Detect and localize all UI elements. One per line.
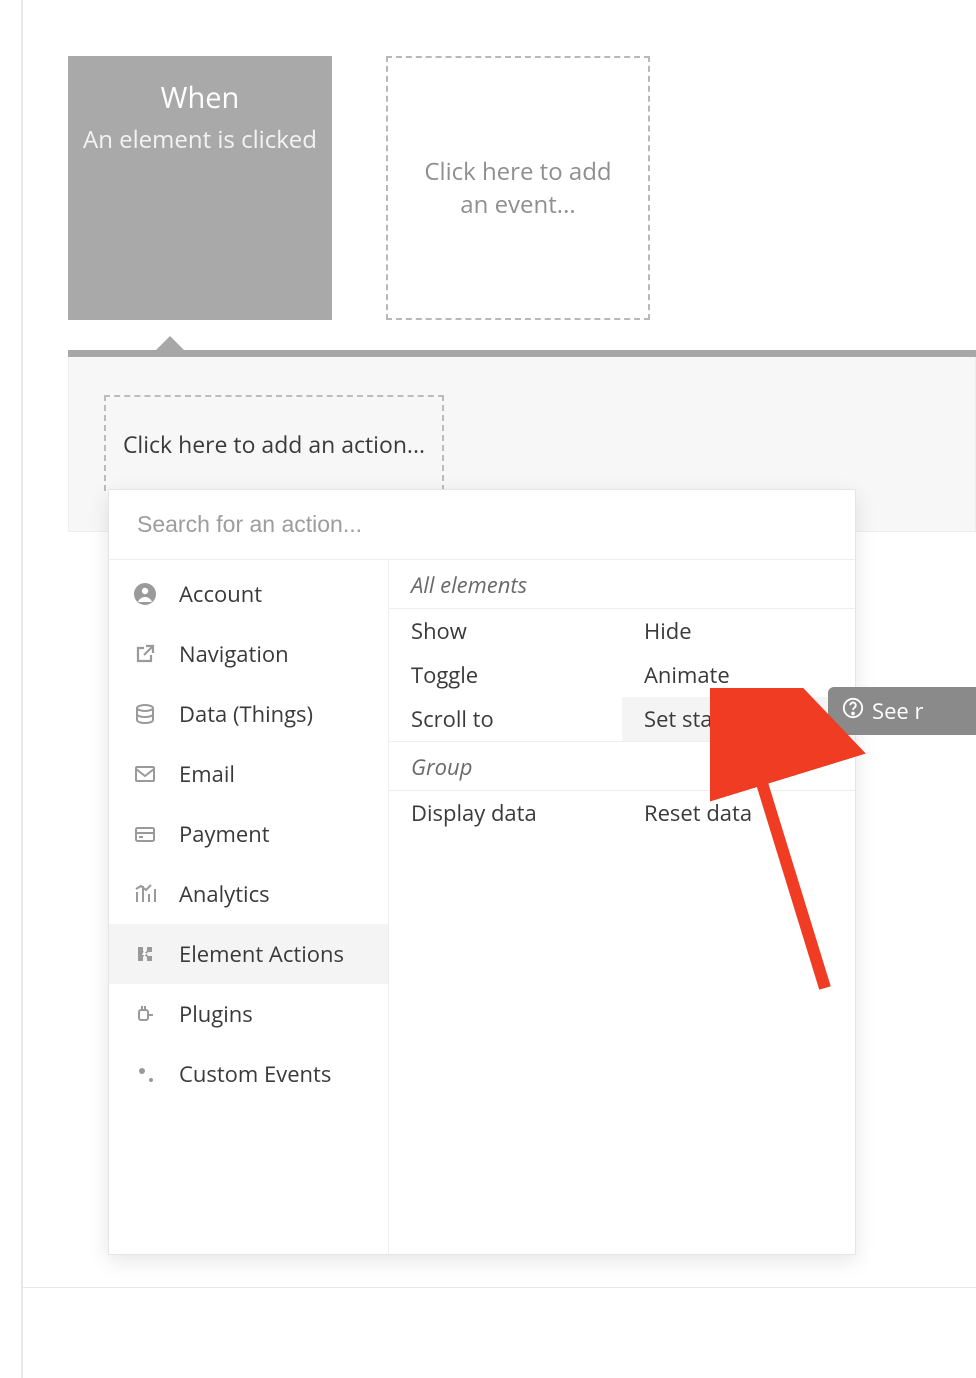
external-link-icon — [133, 642, 173, 666]
event-pointer — [155, 336, 185, 351]
group-header-group: Group — [389, 741, 855, 791]
category-label: Custom Events — [179, 1059, 331, 1089]
category-account[interactable]: Account — [109, 564, 388, 624]
vertical-divider — [21, 0, 23, 1378]
plug-icon — [133, 1002, 173, 1026]
see-reference-button[interactable]: See r — [828, 687, 976, 735]
category-email[interactable]: Email — [109, 744, 388, 804]
category-plugins[interactable]: Plugins — [109, 984, 388, 1044]
category-label: Analytics — [179, 879, 270, 909]
add-action-placeholder[interactable]: Click here to add an action... — [104, 395, 444, 491]
action-reset-data[interactable]: Reset data — [622, 791, 855, 835]
add-event-placeholder[interactable]: Click here to add an event... — [386, 56, 650, 320]
category-list: Account Navigation Data (Things) Email — [109, 560, 389, 1255]
workflow-separator — [68, 350, 976, 357]
category-label: Plugins — [179, 999, 253, 1029]
action-toggle[interactable]: Toggle — [389, 653, 622, 697]
action-hide[interactable]: Hide — [622, 609, 855, 653]
gears-icon — [133, 1062, 173, 1086]
category-label: Data (Things) — [179, 699, 313, 729]
footer-divider — [21, 1287, 976, 1288]
add-action-label: Click here to add an action... — [123, 428, 425, 460]
action-show[interactable]: Show — [389, 609, 622, 653]
category-label: Element Actions — [179, 939, 344, 969]
category-custom-events[interactable]: Custom Events — [109, 1044, 388, 1104]
category-payment[interactable]: Payment — [109, 804, 388, 864]
group-header-all-elements: All elements — [389, 560, 855, 609]
category-element-actions[interactable]: Element Actions — [109, 924, 388, 984]
action-list: All elements Show Hide Toggle Animate Sc… — [389, 560, 855, 1255]
category-data[interactable]: Data (Things) — [109, 684, 388, 744]
category-label: Payment — [179, 819, 270, 849]
event-subtitle: An element is clicked — [68, 123, 332, 156]
chart-icon — [133, 882, 173, 906]
see-reference-label: See r — [872, 696, 923, 726]
category-analytics[interactable]: Analytics — [109, 864, 388, 924]
action-set-state[interactable]: Set state — [622, 697, 855, 741]
database-icon — [133, 702, 173, 726]
action-scroll-to[interactable]: Scroll to — [389, 697, 622, 741]
category-label: Email — [179, 759, 235, 789]
event-title: When — [68, 78, 332, 117]
category-label: Account — [179, 579, 262, 609]
mail-icon — [133, 762, 173, 786]
search-row — [109, 490, 855, 560]
action-search-input[interactable] — [137, 511, 827, 538]
action-display-data[interactable]: Display data — [389, 791, 622, 835]
user-icon — [133, 582, 173, 606]
event-block-when[interactable]: When An element is clicked — [68, 56, 332, 320]
help-icon — [842, 696, 864, 726]
action-dropdown: Account Navigation Data (Things) Email — [108, 489, 856, 1255]
add-event-label: Click here to add an event... — [418, 155, 618, 221]
category-label: Navigation — [179, 639, 289, 669]
puzzle-bolt-icon — [133, 942, 173, 966]
action-animate[interactable]: Animate — [622, 653, 855, 697]
credit-card-icon — [133, 822, 173, 846]
category-navigation[interactable]: Navigation — [109, 624, 388, 684]
